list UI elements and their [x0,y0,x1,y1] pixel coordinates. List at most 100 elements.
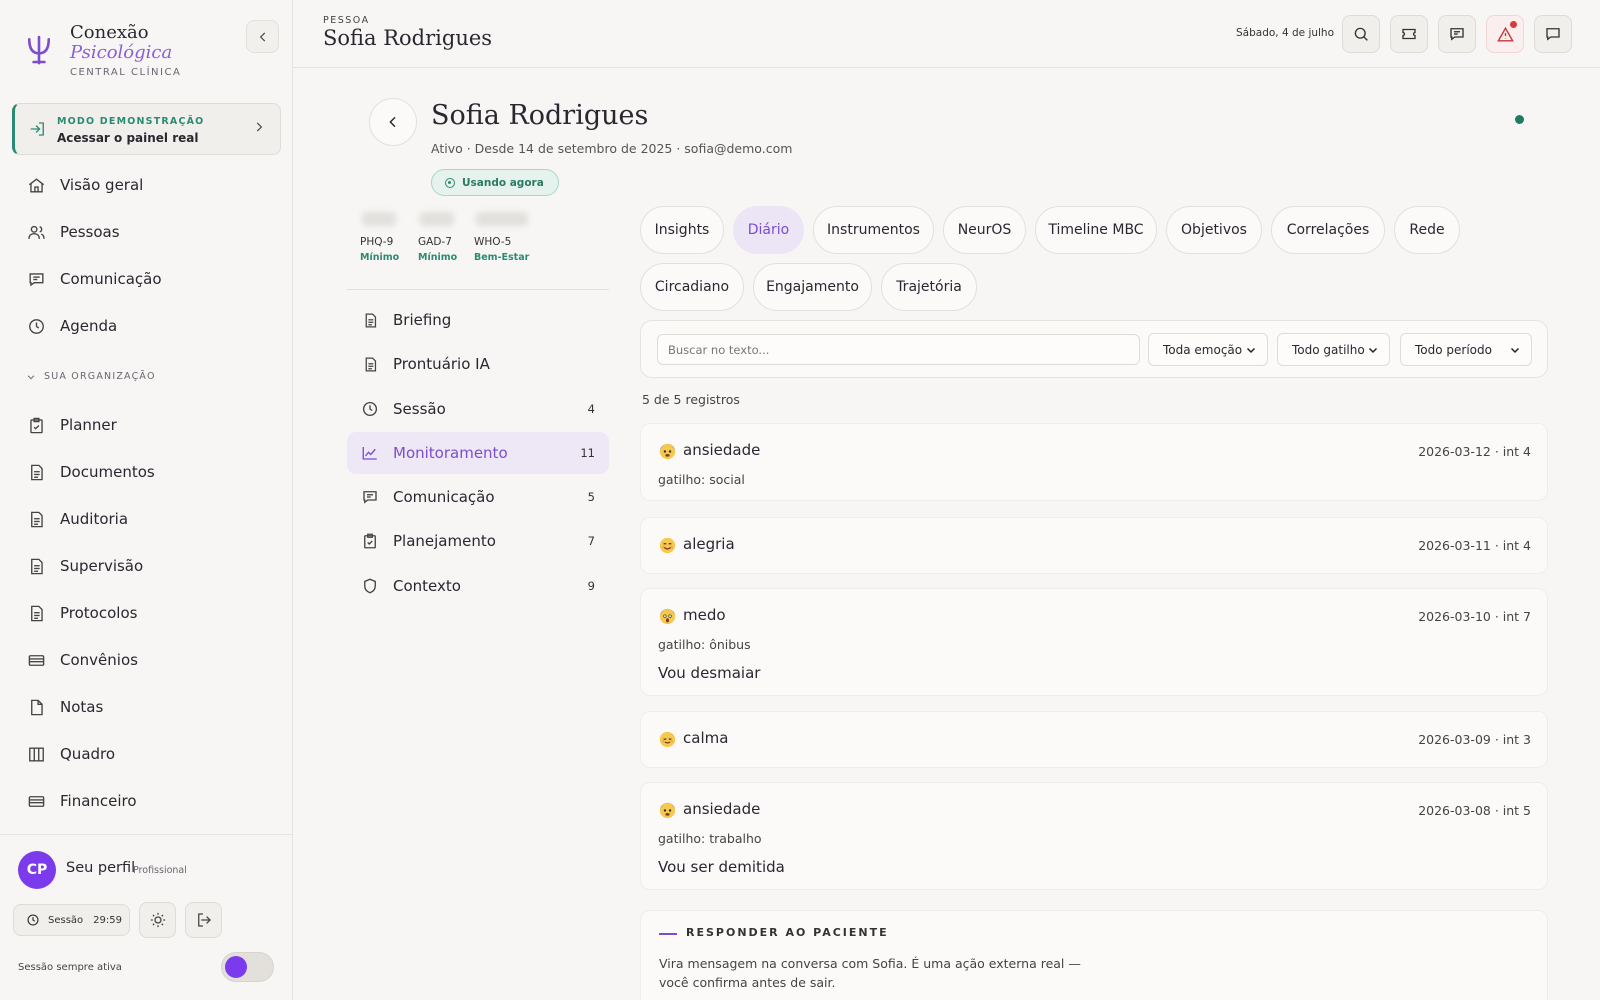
feedback-button[interactable] [1534,15,1572,53]
clock-icon [361,400,379,418]
search-button[interactable] [1342,15,1380,53]
emotion-select[interactable]: Toda emoção [1148,333,1268,366]
filter-bar: Toda emoção Todo gatilho Todo período [640,320,1548,378]
list-item[interactable]: ansiedade 2026-03-12 · int 4 gatilho: so… [640,423,1548,501]
list-item[interactable]: medo 2026-03-10 · int 7 gatilho: ônibus … [640,588,1548,696]
messages-button[interactable] [1438,15,1476,53]
chat-icon [1450,28,1464,41]
section-sessao[interactable]: Sessão 4 [347,388,609,430]
tab-rede[interactable]: Rede [1394,206,1460,254]
tab-diario[interactable]: Diário [733,206,804,254]
session-timer[interactable]: Sessão 29:59 [13,904,130,936]
logout-button[interactable] [185,902,222,938]
anxious-face-icon [659,802,676,819]
nav-item-agenda[interactable]: Agenda [26,312,276,340]
nav-item-auditoria[interactable]: Auditoria [26,505,276,533]
section-monitoramento[interactable]: Monitoramento 11 [347,432,609,474]
emotion-select-value: Toda emoção [1163,342,1243,357]
tab-engajamento[interactable]: Engajamento [753,263,872,311]
demo-mode-card[interactable]: MODO DEMONSTRAÇÃO Acessar o painel real [12,103,281,155]
entry-meta: 2026-03-11 · int 4 [1418,538,1531,553]
patient-meta: Ativo · Desde 14 de setembro de 2025 · s… [431,141,793,156]
nav-item-supervisao[interactable]: Supervisão [26,552,276,580]
relieved-face-icon [659,731,676,748]
score-severity: Mínimo [418,252,458,263]
score-phq9[interactable]: PHQ-9 Mínimo [360,212,420,263]
search-input[interactable] [657,334,1140,365]
score-gad7[interactable]: GAD-7 Mínimo [418,212,478,263]
section-prontuario-ia[interactable]: Prontuário IA [347,343,609,385]
chevron-left-icon [259,32,265,41]
list-item[interactable]: calma 2026-03-09 · int 3 [640,711,1548,768]
nav-item-financeiro[interactable]: Financeiro [26,787,276,815]
alerts-button[interactable] [1486,15,1524,53]
list-item[interactable]: ansiedade 2026-03-08 · int 5 gatilho: tr… [640,782,1548,890]
demo-mode-text: Acessar o painel real [57,131,199,145]
avatar[interactable]: CP [18,851,56,889]
login-icon [30,122,44,136]
page-eyebrow: PESSOA [323,15,370,26]
nav-item-comunicacao[interactable]: Comunicação [26,265,276,293]
clipboard-check-icon [26,415,46,435]
score-who5[interactable]: WHO-5 Bem-Estar [474,212,534,263]
chevron-down-icon [1246,347,1256,354]
entry-meta: 2026-03-09 · int 3 [1418,732,1531,747]
nav-item-documentos[interactable]: Documentos [26,458,276,486]
brand[interactable]: Conexão Psicológica CENTRAL CLÍNICA [26,22,276,82]
brand-name-accent: Psicológica [70,42,173,63]
always-active-toggle[interactable] [221,952,274,982]
section-label: Comunicação [393,488,495,506]
tab-circadiano[interactable]: Circadiano [640,263,744,311]
entry-emotion: medo [683,606,726,624]
psi-logo-icon [27,35,51,65]
section-label: Sessão [393,400,446,418]
nav-item-quadro[interactable]: Quadro [26,740,276,768]
brand-tagline: CENTRAL CLÍNICA [70,67,182,78]
tab-correlacoes[interactable]: Correlações [1271,206,1385,254]
nav-item-visao-geral[interactable]: Visão geral [26,171,276,199]
alert-indicator [1510,21,1517,28]
nav-item-label: Supervisão [60,557,144,575]
profile-role: Profissional [133,865,187,876]
message-square-icon [1546,28,1560,41]
nav-item-label: Protocolos [60,604,138,622]
tab-trajetoria[interactable]: Trajetória [881,263,977,311]
theme-toggle-button[interactable] [139,902,176,938]
tab-instrumentos[interactable]: Instrumentos [813,206,934,254]
ticket-button[interactable] [1390,15,1428,53]
org-section-toggle[interactable]: SUA ORGANIZAÇÃO [26,371,156,382]
tab-timeline-mbc[interactable]: Timeline MBC [1035,206,1157,254]
back-button[interactable] [369,98,417,146]
tab-neuros[interactable]: NeurOS [943,206,1026,254]
section-label: Planejamento [393,532,496,550]
tab-insights[interactable]: Insights [640,206,724,254]
profile-name[interactable]: Seu perfil [66,860,135,876]
section-label: Prontuário IA [393,355,490,373]
toggle-knob [225,956,247,978]
tab-objetivos[interactable]: Objetivos [1166,206,1262,254]
trigger-select[interactable]: Todo gatilho [1277,333,1390,366]
entry-trigger: gatilho: trabalho [658,831,762,846]
section-contexto[interactable]: Contexto 9 [347,565,609,607]
smiling-face-icon [659,537,676,554]
nav-item-label: Pessoas [60,223,120,241]
section-comunicacao[interactable]: Comunicação 5 [347,476,609,518]
anxious-face-icon [659,443,676,460]
card-icon [26,791,46,811]
nav-item-notas[interactable]: Notas [26,693,276,721]
section-planejamento[interactable]: Planejamento 7 [347,520,609,562]
list-item[interactable]: alegria 2026-03-11 · int 4 [640,517,1548,574]
collapse-sidebar-button[interactable] [246,20,279,53]
entry-emotion: ansiedade [683,441,761,459]
nav-item-convenios[interactable]: Convênios [26,646,276,674]
session-time: 29:59 [93,914,122,926]
score-name: WHO-5 [474,236,512,248]
nav-item-planner[interactable]: Planner [26,411,276,439]
columns-icon [26,744,46,764]
period-select[interactable]: Todo período [1400,333,1532,366]
nav-item-label: Agenda [60,317,118,335]
section-briefing[interactable]: Briefing [347,299,609,341]
nav-item-pessoas[interactable]: Pessoas [26,218,276,246]
nav-item-label: Auditoria [60,510,129,528]
nav-item-protocolos[interactable]: Protocolos [26,599,276,627]
